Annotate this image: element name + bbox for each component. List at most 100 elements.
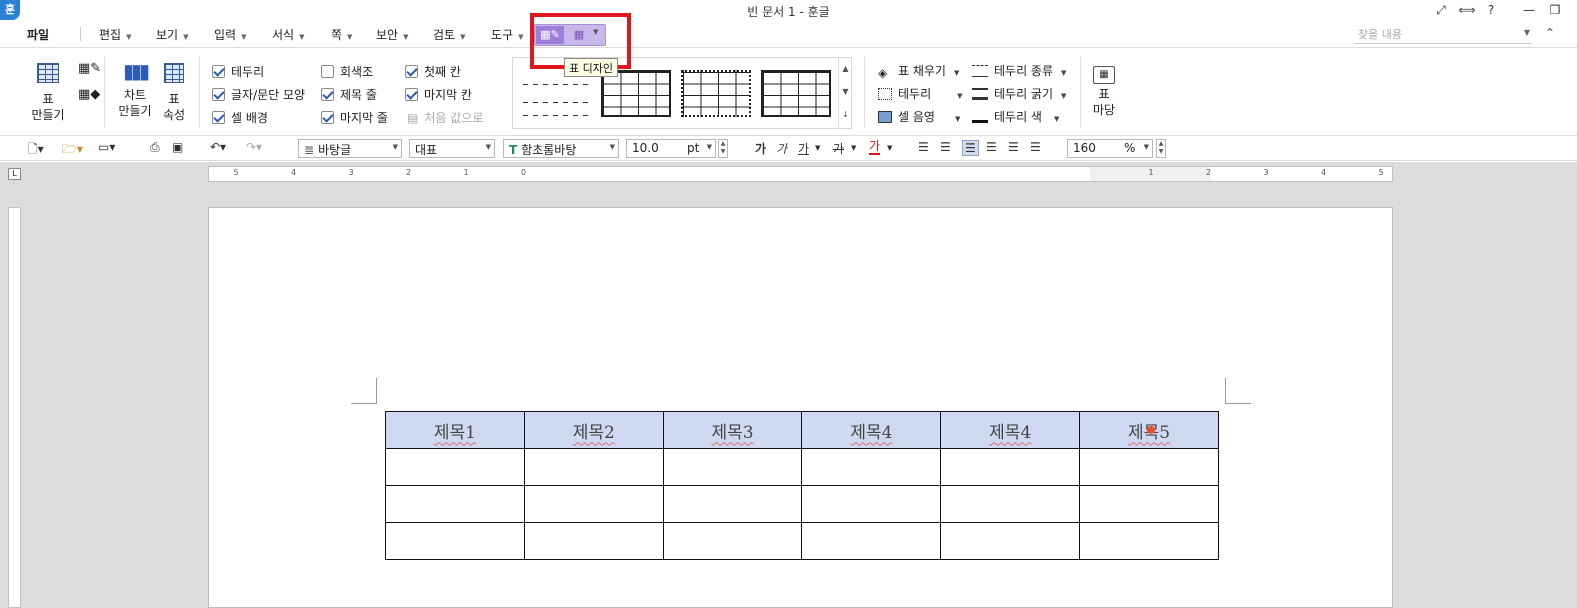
table-cell[interactable]: [385, 448, 525, 486]
table-cell[interactable]: [1079, 522, 1219, 560]
table-cell[interactable]: [523, 448, 664, 486]
table-cell[interactable]: [1079, 485, 1219, 523]
border-color-button[interactable]: 테두리 색 ▼: [972, 108, 1059, 125]
font-size-input[interactable]: 10.0 pt ▼: [626, 139, 716, 158]
title-row-checkbox[interactable]: 제목 줄: [321, 86, 377, 103]
language-select[interactable]: 대표 ▼: [409, 139, 495, 158]
table-cell[interactable]: [662, 448, 803, 486]
search-input[interactable]: 찾을 내용 ▼: [1354, 26, 1532, 44]
chevron-down-icon[interactable]: ▼: [887, 144, 892, 152]
align-divide-icon[interactable]: ☰: [1030, 140, 1041, 154]
menu-format[interactable]: 서식 ▼: [272, 26, 304, 43]
border-button[interactable]: 테두리 ▼: [878, 85, 963, 102]
menu-tools[interactable]: 도구 ▼: [491, 26, 523, 43]
restore-icon[interactable]: ❐: [1546, 3, 1564, 17]
table-layout-tab-icon[interactable]: ▦: [567, 26, 591, 44]
ribbon-collapse-icon[interactable]: ⌃: [1545, 26, 1555, 40]
menu-review[interactable]: 검토 ▼: [433, 26, 465, 43]
table-design-tab-icon[interactable]: ▦✎: [536, 26, 564, 44]
table-header-cell[interactable]: 제목4: [940, 411, 1081, 449]
chevron-down-icon[interactable]: ▼: [815, 144, 820, 152]
preview-icon[interactable]: ▣: [172, 140, 183, 154]
align-left-icon[interactable]: ☰: [940, 140, 951, 154]
table-cell[interactable]: [940, 448, 1081, 486]
chevron-down-icon[interactable]: ▼: [593, 28, 598, 36]
help-icon[interactable]: ?: [1482, 3, 1500, 17]
table-cell[interactable]: [940, 485, 1081, 523]
border-checkbox[interactable]: 테두리: [212, 63, 264, 80]
strike-button[interactable]: 가: [833, 140, 844, 157]
redo-icon[interactable]: ↷▾: [246, 140, 262, 154]
table-cell[interactable]: [523, 522, 664, 560]
zoom-input[interactable]: 160% ▼: [1067, 139, 1153, 158]
cell-shade-button[interactable]: 셀 음영 ▼: [878, 108, 960, 125]
make-table-button[interactable]: 표 만들기: [28, 63, 68, 123]
font-size-stepper[interactable]: ▲ ▼: [718, 139, 728, 158]
undo-icon[interactable]: ↶▾: [210, 140, 226, 154]
gallery-scroll[interactable]: ▲ ▼ ↓: [838, 57, 852, 129]
zoom-stepper[interactable]: ▲ ▼: [1156, 139, 1166, 158]
last-col-checkbox[interactable]: 마지막 칸: [405, 86, 472, 103]
border-type-button[interactable]: 테두리 종류 ▼: [972, 62, 1066, 79]
first-col-checkbox[interactable]: 첫째 칸: [405, 63, 461, 80]
table-cell[interactable]: [523, 485, 664, 523]
menu-edit[interactable]: 편집 ▼: [99, 26, 131, 43]
border-width-button[interactable]: 테두리 굵기 ▼: [972, 85, 1066, 102]
style-select[interactable]: ≣ 바탕글 ▼: [298, 139, 402, 158]
char-para-checkbox[interactable]: 글자/문단 모양: [212, 86, 305, 103]
table-cell[interactable]: [662, 485, 803, 523]
align-distribute-icon[interactable]: ☰: [1008, 140, 1019, 154]
bold-button[interactable]: 가: [755, 140, 766, 157]
table-header-cell[interactable]: 제목2: [523, 411, 664, 449]
menu-page[interactable]: 쪽 ▼: [331, 26, 352, 43]
table-yard-button[interactable]: ▦ 표 마당: [1086, 65, 1122, 118]
document-page[interactable]: 제목1 제목2 제목3 제목4 제목4 제목5: [208, 207, 1393, 608]
table-cell[interactable]: [1079, 448, 1219, 486]
last-row-checkbox[interactable]: 마지막 줄: [321, 109, 388, 126]
table-cell[interactable]: [662, 522, 803, 560]
italic-button[interactable]: 가: [776, 140, 787, 157]
new-doc-icon[interactable]: 🗋▾: [28, 140, 44, 161]
gallery-expand-icon[interactable]: ↓: [839, 103, 852, 126]
align-right-icon[interactable]: ☰: [986, 140, 997, 154]
tab-stop-selector[interactable]: L: [8, 168, 21, 180]
table-cell[interactable]: [801, 448, 942, 486]
horizontal-ruler[interactable]: 151413121110987654321012345: [208, 166, 1393, 182]
menu-security[interactable]: 보안 ▼: [376, 26, 408, 43]
open-icon[interactable]: 🗁▾: [62, 140, 83, 161]
align-center-icon[interactable]: ☰: [962, 140, 979, 156]
table-props-button[interactable]: 표 속성: [156, 63, 192, 123]
document-table[interactable]: 제목1 제목2 제목3 제목4 제목4 제목5: [385, 411, 1219, 560]
reset-button[interactable]: ▤ 처음 값으로: [407, 109, 483, 126]
scroll-down-icon[interactable]: ▼: [839, 80, 852, 103]
table-cell[interactable]: [801, 485, 942, 523]
font-select[interactable]: T 함초롬바탕 ▼: [503, 139, 619, 158]
align-justify-icon[interactable]: ☰: [918, 140, 929, 154]
fullscreen-icon[interactable]: ⤢: [1432, 3, 1450, 18]
chevron-down-icon[interactable]: ▼: [1524, 28, 1530, 37]
split-icon[interactable]: ⟺: [1458, 3, 1476, 17]
cell-bg-checkbox[interactable]: 셀 배경: [212, 109, 268, 126]
scroll-up-icon[interactable]: ▲: [839, 57, 852, 80]
print-icon[interactable]: ⎙: [150, 140, 160, 155]
table-style-none[interactable]: [523, 70, 593, 117]
table-style-grid[interactable]: [601, 70, 671, 117]
chevron-down-icon[interactable]: ▼: [851, 144, 856, 152]
erase-table-icon[interactable]: ▦◆: [78, 87, 100, 102]
minimize-icon[interactable]: —: [1520, 3, 1538, 17]
font-color-button[interactable]: 가: [869, 140, 881, 155]
grayscale-checkbox[interactable]: 회색조: [321, 63, 373, 80]
table-cell[interactable]: [385, 485, 525, 523]
save-icon[interactable]: ▭▾: [98, 140, 115, 154]
underline-button[interactable]: 가: [798, 140, 809, 157]
table-style-heavy[interactable]: [761, 70, 831, 117]
table-header-cell[interactable]: 제목4: [801, 411, 942, 449]
menu-file[interactable]: 파일: [27, 26, 49, 43]
table-cell[interactable]: [940, 522, 1081, 560]
table-cell[interactable]: [801, 522, 942, 560]
table-style-gallery[interactable]: [512, 57, 852, 129]
menu-view[interactable]: 보기 ▼: [156, 26, 188, 43]
table-header-cell[interactable]: 제목3: [662, 411, 803, 449]
table-cell[interactable]: [385, 522, 525, 560]
vertical-ruler[interactable]: [8, 207, 21, 608]
